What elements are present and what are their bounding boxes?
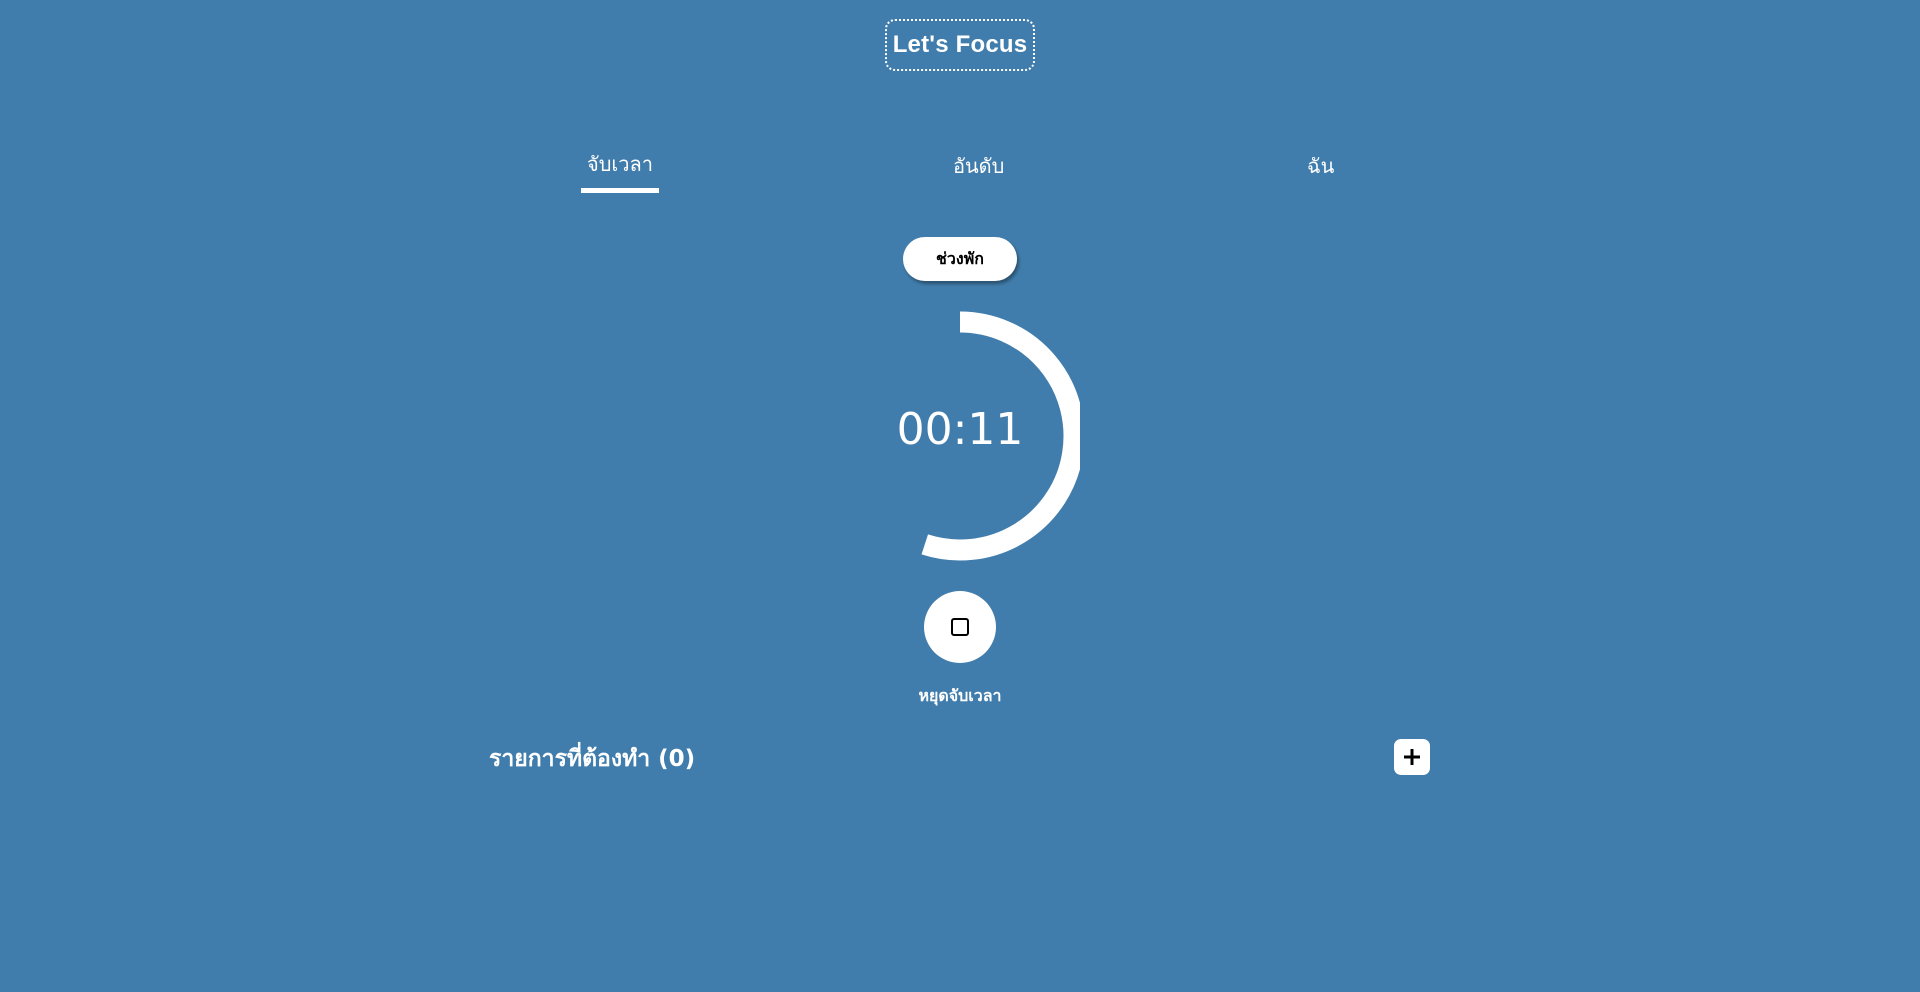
tab-timer[interactable]: จับเวลา — [581, 148, 659, 193]
todo-list-title: รายการที่ต้องทำ (0) — [489, 746, 696, 772]
break-mode-button[interactable]: ช่วงพัก — [903, 237, 1017, 281]
stop-timer-button[interactable] — [924, 591, 996, 663]
stop-timer-label: หยุดจับเวลา — [918, 686, 1002, 705]
add-todo-button[interactable] — [1394, 739, 1430, 775]
tab-profile[interactable]: ฉัน — [1307, 150, 1334, 182]
plus-icon — [1404, 749, 1420, 765]
stop-icon — [951, 618, 969, 636]
app-logo[interactable]: Let's Focus — [885, 19, 1035, 71]
app-page: Let's Focus จับเวลา อันดับ ฉัน ช่วงพัก 0… — [0, 0, 1920, 992]
tab-ranking[interactable]: อันดับ — [953, 150, 1004, 182]
timer-display: 00:11 — [896, 404, 1024, 455]
